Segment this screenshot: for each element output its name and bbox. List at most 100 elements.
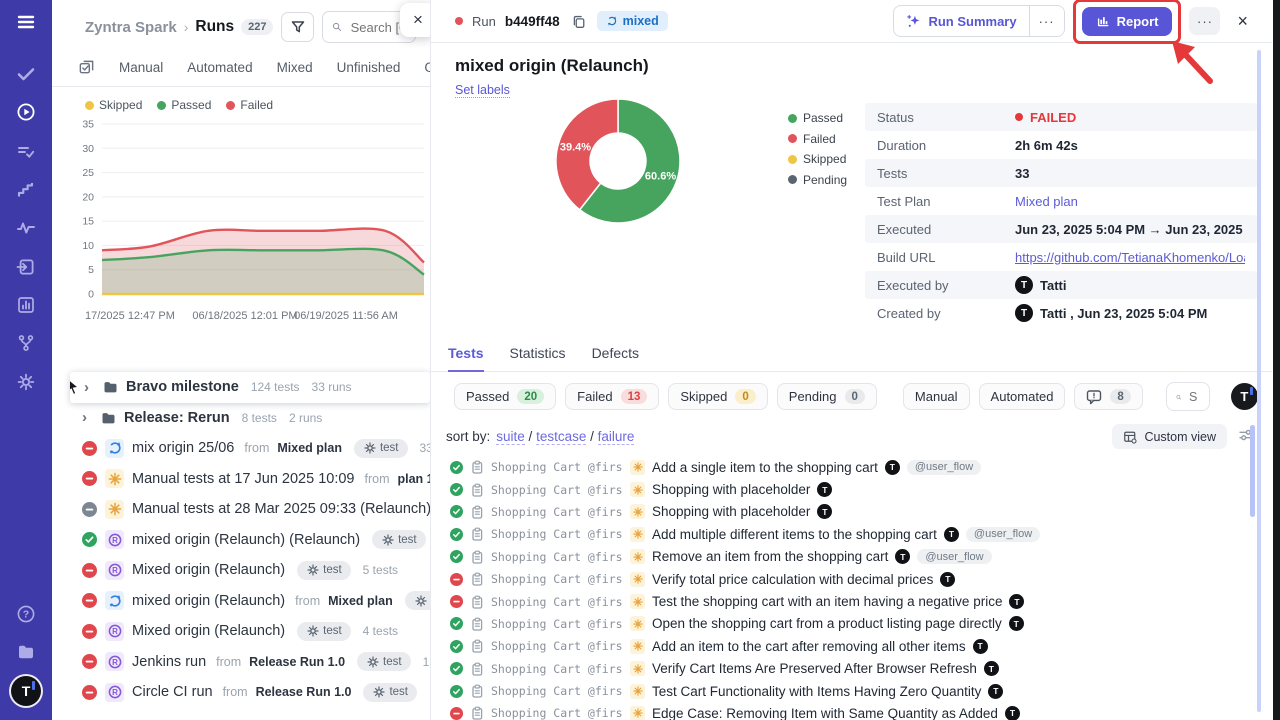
status-failed-icon — [82, 471, 97, 486]
test-row[interactable]: Shopping Cart @firs...Test Cart Function… — [430, 680, 1272, 702]
filter-label: Failed — [577, 389, 612, 404]
sort-by-suite[interactable]: suite — [496, 429, 525, 445]
runs-tab-groups[interactable]: Groups — [424, 60, 431, 75]
sort-by-failure[interactable]: failure — [598, 429, 635, 445]
custom-view-button[interactable]: Custom view — [1112, 424, 1227, 449]
testcase-icon — [470, 595, 484, 609]
filter-button[interactable] — [281, 12, 314, 42]
tests-list-scrollbar[interactable] — [1250, 425, 1255, 517]
detail-value: https://github.com/TetianaKhomenko/Load-… — [1015, 250, 1245, 265]
run-row[interactable]: Rmixed origin (Relaunch) (Relaunch)test — [52, 525, 430, 556]
tab-tests[interactable]: Tests — [448, 345, 484, 372]
filter-passed[interactable]: Passed20 — [454, 383, 556, 410]
runs-tab-mixed[interactable]: Mixed — [277, 60, 313, 75]
detail-link[interactable]: Mixed plan — [1015, 194, 1078, 209]
sidebar-branch-icon[interactable] — [0, 329, 52, 357]
filter-pending[interactable]: Pending0 — [777, 383, 877, 410]
runs-tab-manual[interactable]: Manual — [119, 60, 163, 75]
runner-icon: R — [105, 561, 124, 580]
test-row[interactable]: Shopping Cart @firs...Verify total price… — [430, 568, 1272, 590]
runs-tab-unfinished[interactable]: Unfinished — [337, 60, 401, 75]
plan-name[interactable]: Mixed plan — [328, 594, 393, 608]
tag-badge: @user_flow — [917, 549, 991, 564]
set-labels-link[interactable]: Set labels — [455, 83, 510, 98]
sidebar-steps-icon[interactable] — [0, 176, 52, 204]
tab-statistics[interactable]: Statistics — [510, 345, 566, 371]
chevron-right-icon[interactable]: › — [84, 379, 94, 396]
sidebar-enter-box-icon[interactable] — [0, 253, 52, 281]
runner-icon: R — [105, 652, 124, 671]
tab-defects[interactable]: Defects — [592, 345, 639, 371]
test-row[interactable]: Shopping Cart @firs...Edge Case: Removin… — [430, 702, 1272, 720]
close-runs-panel-button[interactable]: × — [400, 3, 431, 37]
detail-label: Test Plan — [877, 194, 1015, 209]
chevron-right-icon[interactable]: › — [82, 409, 92, 426]
select-all-icon[interactable] — [78, 59, 95, 76]
filter-skipped[interactable]: Skipped0 — [668, 383, 767, 410]
detail-link[interactable]: https://github.com/TetianaKhomenko/Load-… — [1015, 250, 1245, 265]
status-passed-icon — [450, 640, 463, 653]
run-group-row[interactable]: ›Release: Rerun8 tests2 runs — [52, 403, 430, 434]
test-row[interactable]: Shopping Cart @firs...Shopping with plac… — [430, 501, 1272, 523]
plan-name[interactable]: Release Run 1.0 — [249, 655, 345, 669]
run-row[interactable]: Manual tests at 28 Mar 2025 09:33 (Relau… — [52, 494, 430, 525]
run-row[interactable]: mixed origin (Relaunch)fromMixed plantes… — [52, 586, 430, 617]
sidebar-activity-icon[interactable] — [0, 214, 52, 242]
plan-name[interactable]: plan 1 — [398, 472, 431, 486]
runs-tab-automated[interactable]: Automated — [187, 60, 252, 75]
test-row[interactable]: Shopping Cart @firs...Add a single item … — [430, 456, 1272, 478]
run-row[interactable]: RCircle CI runfromRelease Run 1.0test13 … — [52, 677, 430, 708]
test-row[interactable]: Shopping Cart @firs...Verify Cart Items … — [430, 658, 1272, 680]
sidebar-settings-gear-icon[interactable] — [0, 368, 52, 396]
sidebar-help-icon[interactable]: ? — [0, 600, 52, 628]
assignee-avatar: T — [895, 549, 910, 564]
testcase-icon — [470, 572, 484, 586]
panel-scrollbar[interactable] — [1257, 50, 1261, 712]
sidebar-menu-icon[interactable] — [0, 8, 52, 36]
copy-run-id-button[interactable] — [569, 12, 588, 31]
from-label: from — [365, 472, 390, 486]
run-row[interactable]: Manual tests at 17 Jun 2025 10:09frompla… — [52, 464, 430, 495]
run-summary-more-button[interactable]: ··· — [1029, 6, 1064, 36]
tests-search[interactable] — [1166, 382, 1210, 411]
run-group-row[interactable]: ›Bravo milestone124 tests33 runs — [70, 372, 430, 403]
plan-name[interactable]: Mixed plan — [277, 441, 342, 455]
filter-automated[interactable]: Automated — [979, 383, 1066, 410]
run-type-badge[interactable]: mixed — [597, 11, 668, 31]
test-row[interactable]: Shopping Cart @firs...Test the shopping … — [430, 590, 1272, 612]
filter-manual[interactable]: Manual — [903, 383, 970, 410]
manual-icon — [105, 469, 124, 488]
run-row[interactable]: RMixed origin (Relaunch)test4 tests — [52, 616, 430, 647]
tests-search-input[interactable] — [1187, 389, 1200, 405]
close-run-detail-button[interactable]: × — [1235, 11, 1250, 32]
detail-row-created-by: Created byTTatti , Jun 23, 2025 5:04 PM — [865, 299, 1257, 327]
suite-name: Shopping Cart @firs... — [491, 483, 623, 497]
plan-name[interactable]: Release Run 1.0 — [256, 685, 352, 699]
filter-failed[interactable]: Failed13 — [565, 383, 659, 410]
test-row[interactable]: Shopping Cart @firs...Remove an item fro… — [430, 546, 1272, 568]
x-axis-label: 06/18/2025 12:01 PM — [192, 310, 297, 322]
run-row[interactable]: RMixed origin (Relaunch)test5 tests — [52, 555, 430, 586]
sort-by-testcase[interactable]: testcase — [536, 429, 586, 445]
run-row[interactable]: mix origin 25/06fromMixed plantest33 tes… — [52, 433, 430, 464]
sidebar-check-icon[interactable] — [0, 60, 52, 88]
test-row[interactable]: Shopping Cart @firs...Open the shopping … — [430, 613, 1272, 635]
sidebar-play-circle-icon[interactable] — [0, 98, 52, 126]
more-actions-button[interactable]: ··· — [1189, 7, 1220, 35]
comments-filter[interactable]: 8 — [1074, 383, 1142, 410]
sidebar-checklist-icon[interactable] — [0, 138, 52, 166]
run-summary-button[interactable]: Run Summary — [894, 6, 1028, 36]
donut-legend: PassedFailedSkippedPending — [788, 111, 847, 193]
sidebar-report-chart-icon[interactable] — [0, 291, 52, 319]
assignee-avatar-filter[interactable]: T — [1231, 383, 1258, 410]
sidebar-folder-icon[interactable] — [0, 638, 52, 666]
report-button[interactable]: Report — [1082, 7, 1173, 36]
test-row[interactable]: Shopping Cart @firs...Add multiple diffe… — [430, 523, 1272, 545]
runs-search-input[interactable] — [349, 19, 406, 36]
run-row[interactable]: RJenkins runfromRelease Run 1.0test13 te… — [52, 647, 430, 678]
user-avatar[interactable]: T — [11, 676, 41, 706]
test-row[interactable]: Shopping Cart @firs...Shopping with plac… — [430, 478, 1272, 500]
test-row[interactable]: Shopping Cart @firs...Add an item to the… — [430, 635, 1272, 657]
breadcrumb-project[interactable]: Zyntra Spark — [85, 19, 177, 36]
menu-icon — [16, 12, 36, 32]
